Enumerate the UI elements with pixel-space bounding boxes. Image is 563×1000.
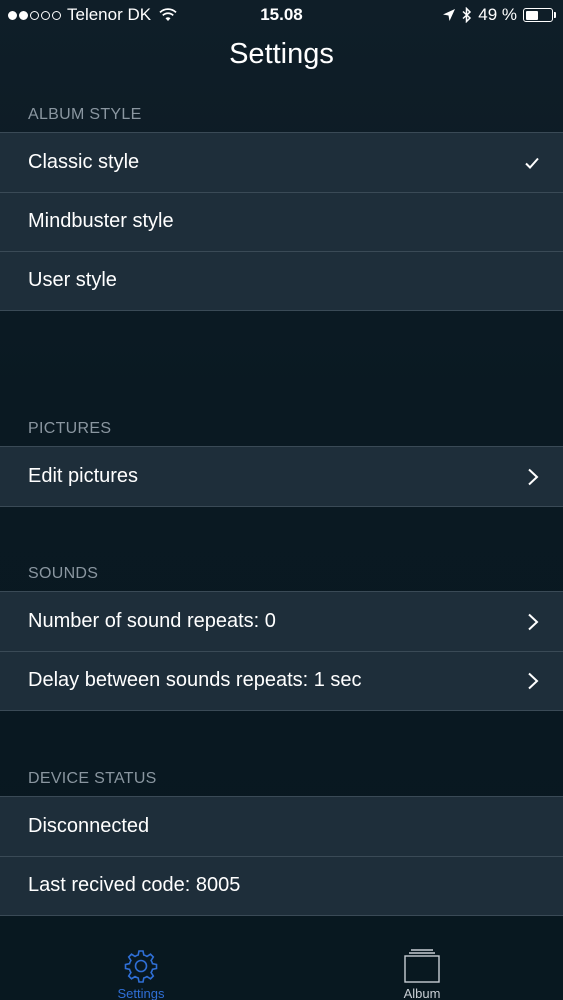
device-status-group: Disconnected Last recived code: 8005: [0, 796, 563, 916]
sound-repeats-row[interactable]: Number of sound repeats: 0: [0, 592, 563, 651]
tab-settings[interactable]: Settings: [81, 948, 201, 1000]
tab-label: Album: [403, 986, 441, 1000]
chevron-right-icon: [528, 468, 539, 485]
sounds-group: Number of sound repeats: 0 Delay between…: [0, 591, 563, 711]
signal-strength-icon: [8, 10, 61, 20]
checkmark-icon: [525, 157, 539, 169]
row-label: Last recived code: 8005: [28, 874, 241, 896]
album-style-group: Classic style Mindbuster style User styl…: [0, 132, 563, 311]
section-header-pictures: PICTURES: [28, 420, 112, 437]
wifi-icon: [159, 8, 177, 21]
status-bar: Telenor DK 15.08 49 %: [0, 0, 563, 30]
status-right: 49 %: [442, 5, 556, 25]
status-left: Telenor DK: [8, 5, 177, 25]
section-header-sounds: SOUNDS: [28, 565, 99, 582]
battery-percentage: 49 %: [478, 5, 517, 24]
page-title: Settings: [229, 38, 334, 70]
pictures-group: Edit pictures: [0, 446, 563, 507]
album-stack-icon: [404, 949, 440, 983]
row-label: Mindbuster style: [28, 210, 174, 232]
row-label: Edit pictures: [28, 465, 139, 487]
tab-bar: Settings Album: [0, 940, 563, 1000]
edit-pictures-row[interactable]: Edit pictures: [0, 447, 563, 506]
battery-icon: [523, 8, 556, 22]
album-style-classic[interactable]: Classic style: [0, 133, 563, 192]
row-label: Delay between sounds repeats: 1 sec: [28, 669, 362, 691]
album-style-user[interactable]: User style: [0, 251, 563, 310]
section-header-album-style: ALBUM STYLE: [28, 106, 142, 123]
row-label: Disconnected: [28, 815, 150, 837]
battery-fill: [525, 10, 538, 20]
sound-delay-row[interactable]: Delay between sounds repeats: 1 sec: [0, 651, 563, 710]
tab-label: Settings: [117, 986, 165, 1000]
album-style-mindbuster[interactable]: Mindbuster style: [0, 192, 563, 251]
carrier-name: Telenor DK: [67, 5, 152, 24]
location-arrow-icon: [443, 9, 456, 21]
tab-album[interactable]: Album: [362, 948, 482, 1000]
section-header-device-status: DEVICE STATUS: [28, 770, 157, 787]
last-received-code: Last recived code: 8005: [0, 856, 563, 915]
chevron-right-icon: [528, 672, 539, 689]
bluetooth-icon: [462, 7, 472, 23]
row-label: Number of sound repeats: 0: [28, 610, 276, 632]
row-label: Classic style: [28, 151, 140, 173]
gear-icon: [124, 950, 158, 983]
device-connection-status: Disconnected: [0, 797, 563, 856]
chevron-right-icon: [528, 613, 539, 630]
row-label: User style: [28, 269, 117, 291]
